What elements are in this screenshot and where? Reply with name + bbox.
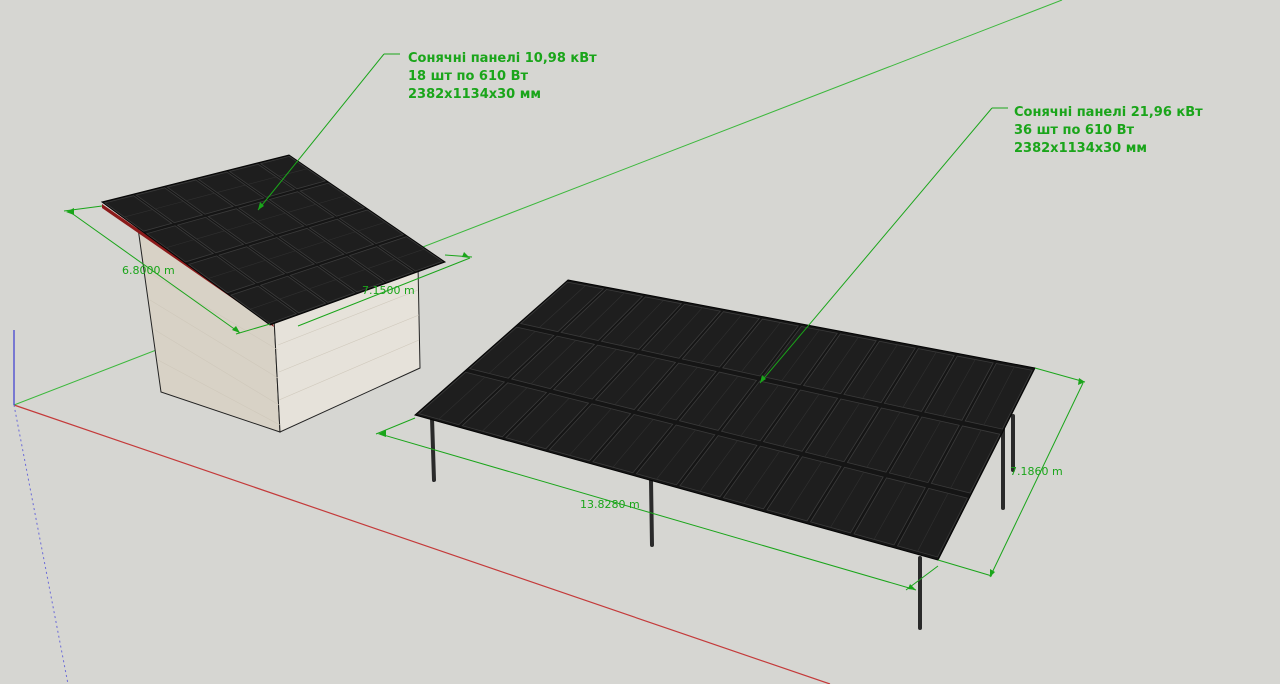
ground-label-power: Сонячні панелі 21,96 кВт bbox=[1014, 105, 1203, 120]
dimension-array-length: 13.8280 m bbox=[580, 498, 640, 511]
blue-axis-dotted bbox=[13, 404, 69, 684]
dimension-house-width: 7.1500 m bbox=[362, 284, 415, 297]
house-panel-label: Сонячні панелі 10,98 кВт 18 шт по 610 Вт… bbox=[408, 50, 597, 104]
dimension-array-width: 7.1860 m bbox=[1010, 465, 1063, 478]
ground-panel-label: Сонячні панелі 21,96 кВт 36 шт по 610 Вт… bbox=[1014, 104, 1203, 158]
ground-label-size: 2382x1134x30 мм bbox=[1014, 141, 1148, 156]
house-label-size: 2382x1134x30 мм bbox=[408, 87, 542, 102]
ground-array bbox=[413, 279, 1036, 630]
house-label-power: Сонячні панелі 10,98 кВт bbox=[408, 51, 597, 66]
ground-label-count: 36 шт по 610 Вт bbox=[1014, 123, 1135, 138]
house-label-count: 18 шт по 610 Вт bbox=[408, 69, 529, 84]
scene-canvas bbox=[13, 0, 1086, 684]
dimension-house-depth: 6.8000 m bbox=[122, 264, 175, 277]
